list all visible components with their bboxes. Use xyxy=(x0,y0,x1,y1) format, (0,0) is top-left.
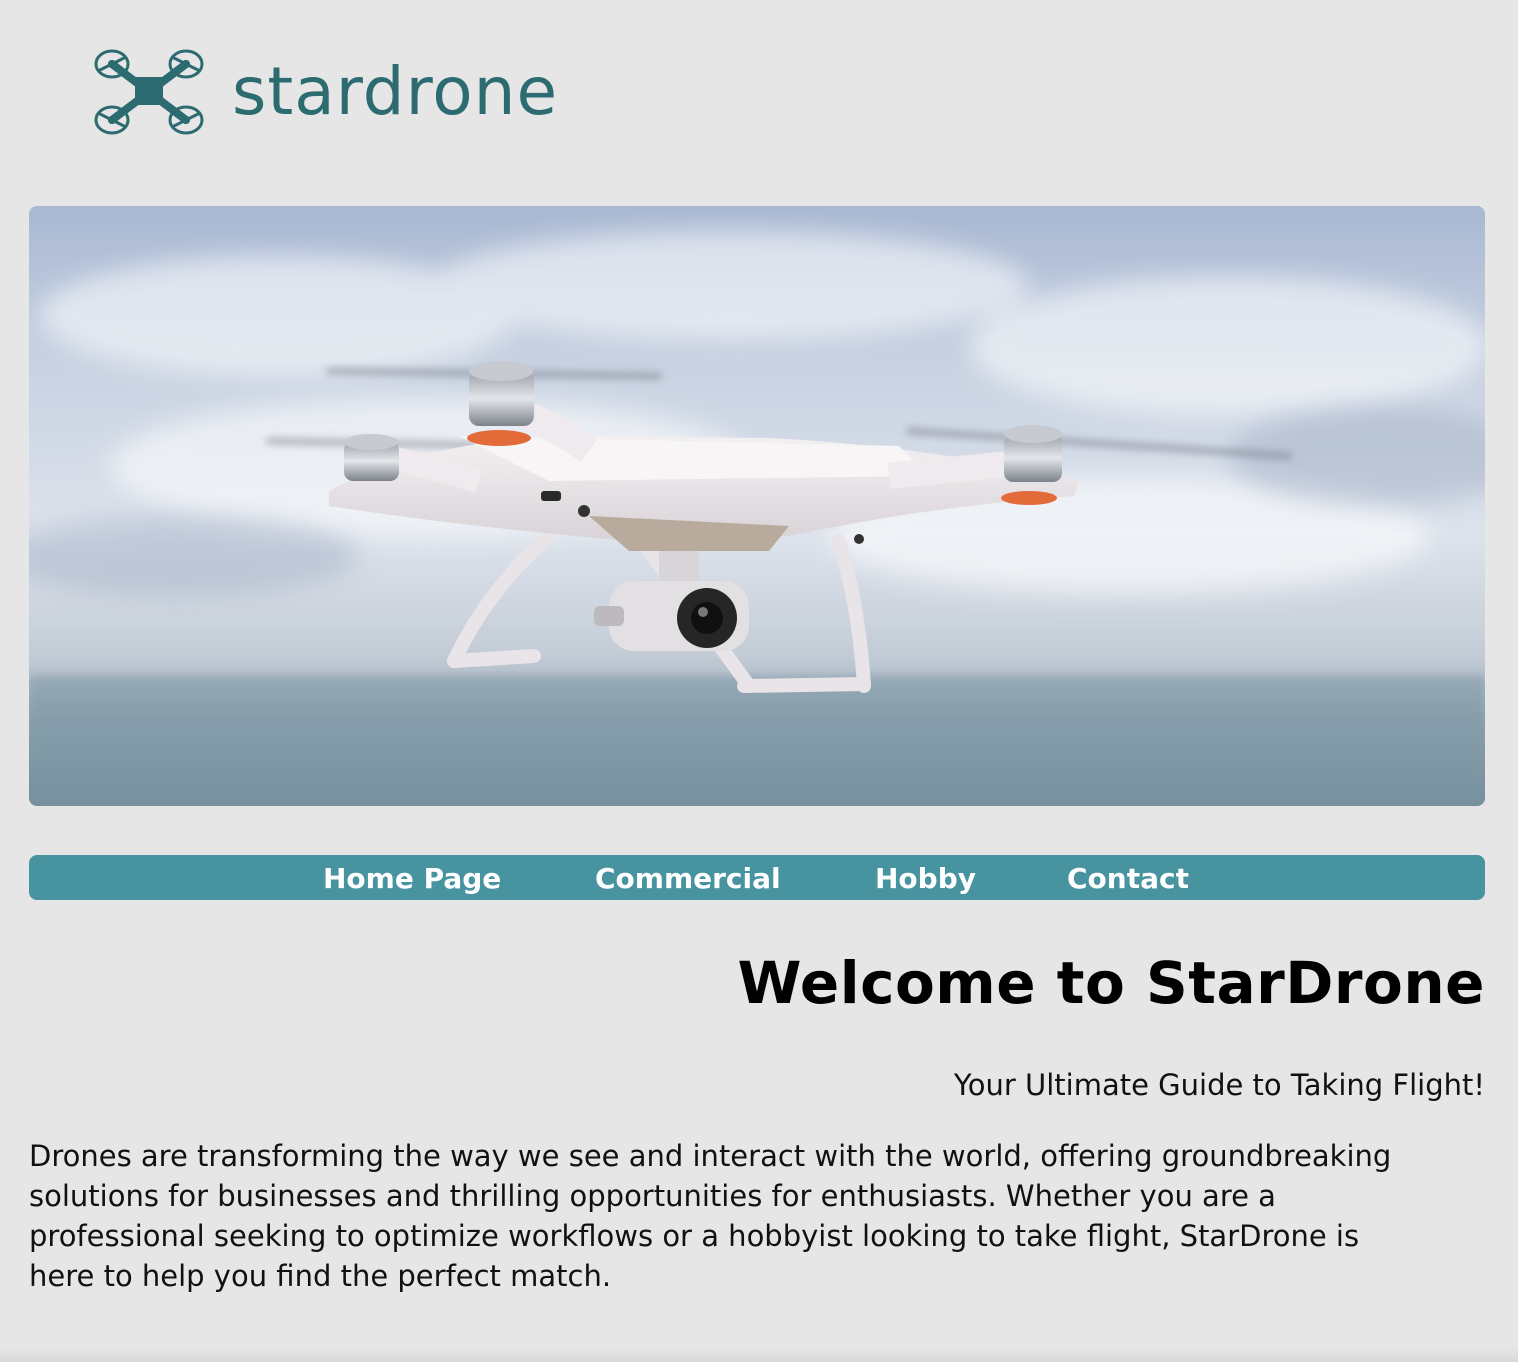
intro-paragraph: Drones are transforming the way we see a… xyxy=(29,1139,1392,1293)
nav-hobby[interactable]: Hobby xyxy=(875,855,976,900)
main-nav: Home Page Commercial Hobby Contact xyxy=(29,855,1485,900)
nav-commercial[interactable]: Commercial xyxy=(595,855,781,900)
page: stardrone Home Page Commercial Hobby Con… xyxy=(0,0,1518,1362)
quadcopter-icon xyxy=(94,49,204,135)
tagline: Your Ultimate Guide to Taking Flight! xyxy=(953,1068,1485,1102)
hero-image xyxy=(29,206,1485,806)
brand-name: stardrone xyxy=(232,53,559,130)
drone-illustration xyxy=(29,231,1485,806)
page-title: Welcome to StarDrone xyxy=(737,949,1485,1017)
nav-contact[interactable]: Contact xyxy=(1067,855,1189,900)
site-logo[interactable]: stardrone xyxy=(92,44,558,140)
scroll-shadow xyxy=(0,1348,1518,1362)
nav-home-page[interactable]: Home Page xyxy=(323,855,501,900)
